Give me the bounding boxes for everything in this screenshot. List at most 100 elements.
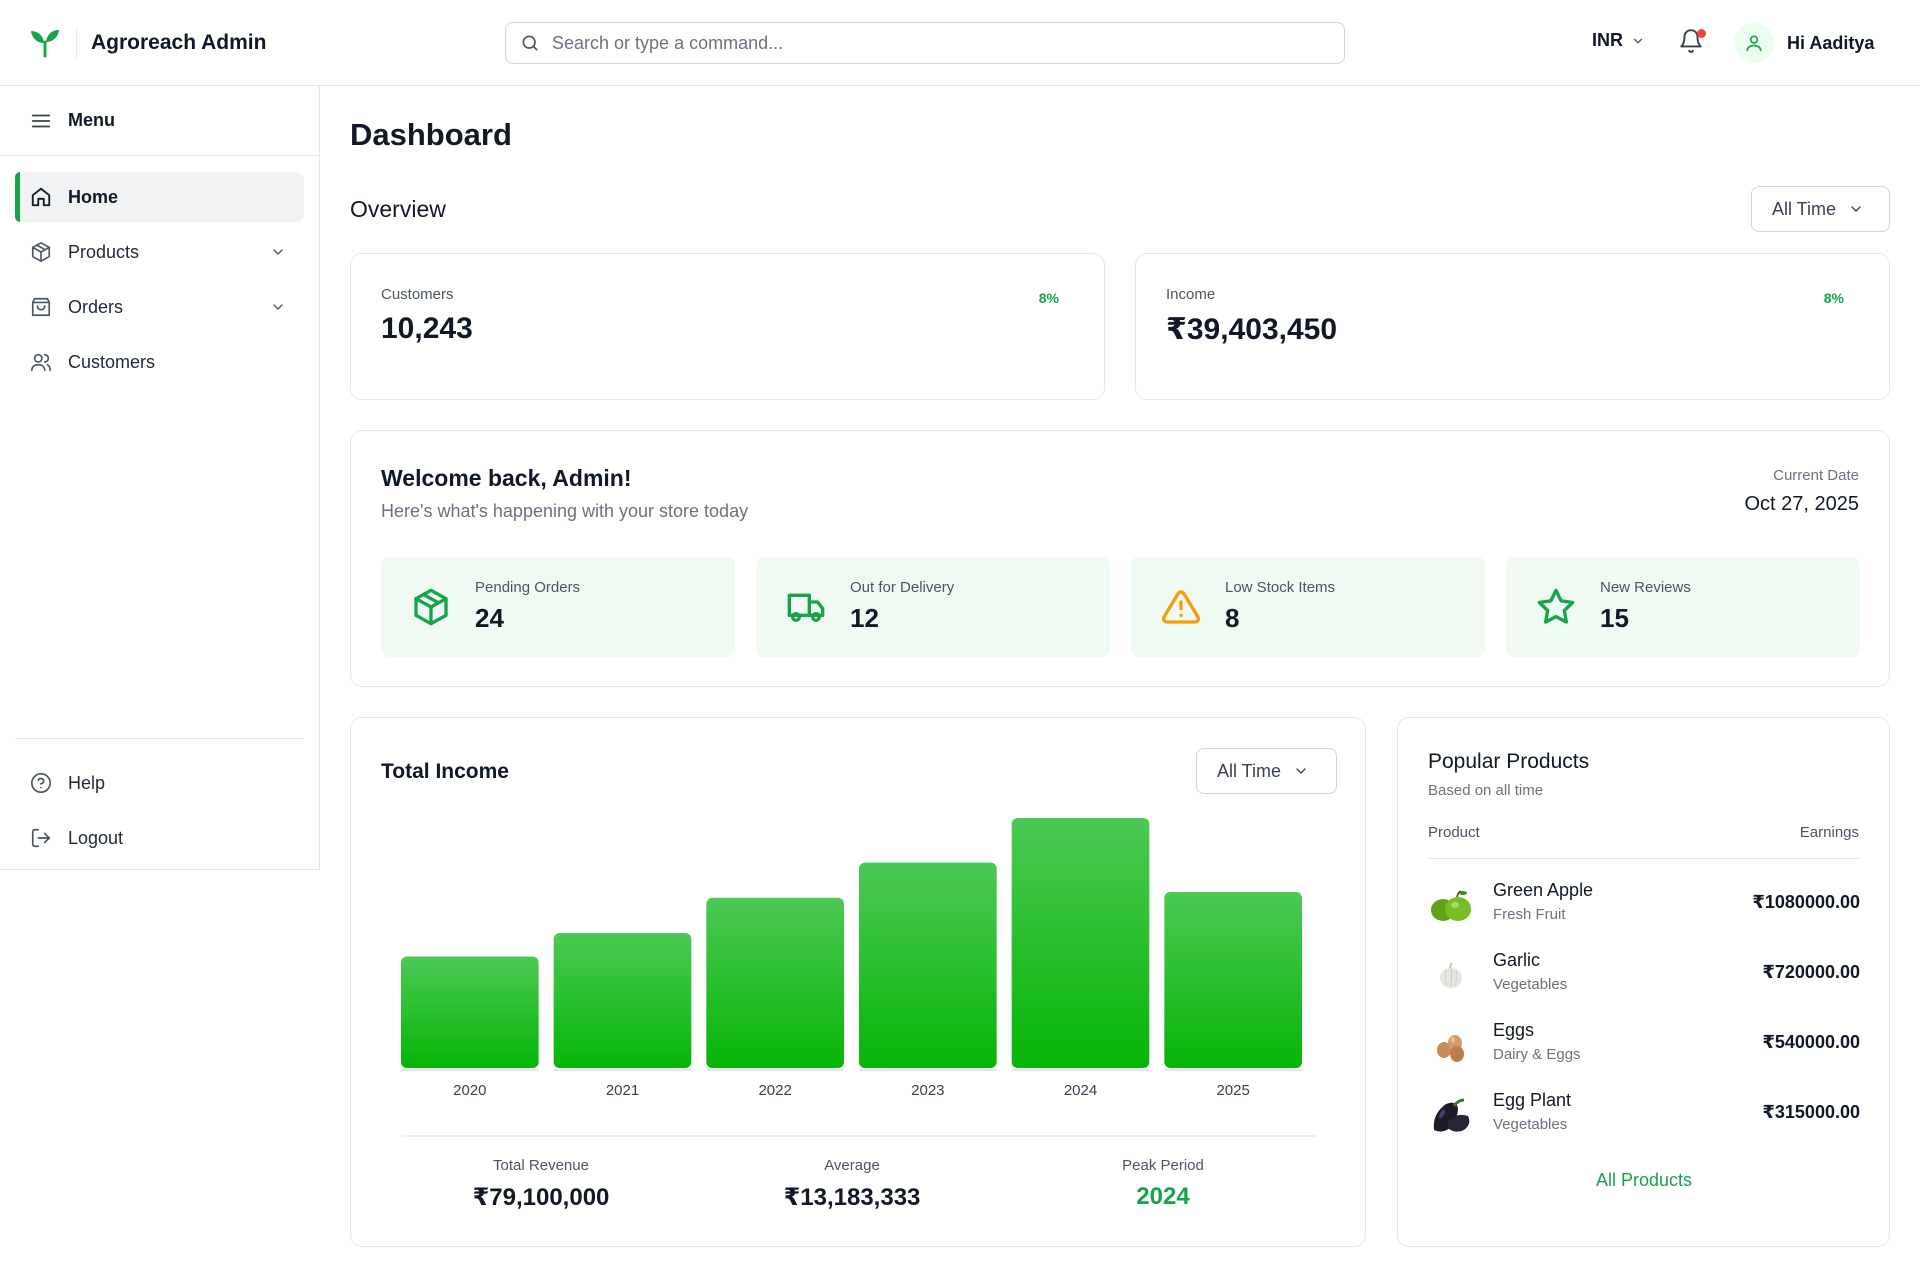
product-category: Dairy & Eggs: [1493, 1046, 1581, 1063]
search-input[interactable]: [552, 32, 1312, 54]
sidebar-item-products[interactable]: Products: [15, 227, 304, 277]
currency-select[interactable]: INR: [1592, 30, 1645, 51]
income-bar-2020[interactable]: [401, 956, 539, 1068]
user-greeting: Hi Aaditya: [1787, 32, 1875, 53]
sidebar-item-help[interactable]: Help: [15, 758, 304, 808]
chevron-down-icon: [1633, 38, 1643, 43]
out-for-delivery-card[interactable]: Out for Delivery 12: [756, 557, 1110, 657]
income-bar-2021[interactable]: [553, 933, 692, 1068]
overview-range-label: All Time: [1772, 198, 1837, 219]
stat-value: ₹39,403,450: [1166, 313, 1338, 346]
stat-label: Income: [1166, 286, 1216, 303]
summary-label: Total Revenue: [493, 1157, 589, 1174]
logout-icon: [31, 828, 51, 848]
page-title: Dashboard: [350, 117, 512, 152]
product-name: Garlic: [1493, 950, 1541, 970]
product-earnings: ₹720000.00: [1762, 962, 1860, 982]
current-date-label: Current Date: [1773, 467, 1859, 484]
search-box[interactable]: [505, 22, 1345, 64]
summary-label: Average: [824, 1157, 880, 1174]
summary-label: Peak Period: [1122, 1157, 1204, 1174]
brand-divider: [76, 28, 77, 58]
total-income-card: Total Income All Time 2020 2021 2022 2023 20…: [350, 717, 1366, 1247]
income-stat-card: Income ₹39,403,450 8%: [1135, 253, 1890, 400]
sidebar-divider: [15, 738, 304, 739]
sidebar-item-label: Products: [68, 241, 140, 262]
top-bar: Agroreach Admin INR Hi Aaditya: [0, 0, 1920, 86]
menu-toggle[interactable]: Menu: [0, 86, 319, 156]
x-tick-label: 2020: [453, 1082, 486, 1099]
sidebar-item-home[interactable]: Home: [15, 172, 304, 222]
sidebar-item-orders[interactable]: Orders: [15, 282, 304, 332]
sidebar-item-label: Orders: [68, 296, 124, 317]
stat-label: Customers: [381, 286, 454, 303]
brand[interactable]: Agroreach Admin: [28, 26, 266, 60]
hamburger-icon: [31, 114, 51, 127]
peak-period-value: 2024: [1136, 1183, 1190, 1210]
welcome-subtitle: Here's what's happening with your store …: [381, 501, 749, 521]
product-category: Vegetables: [1493, 1116, 1568, 1133]
average-value: ₹13,183,333: [783, 1184, 921, 1211]
package-icon: [31, 242, 51, 262]
mini-card-label: Low Stock Items: [1225, 579, 1336, 596]
low-stock-card[interactable]: Low Stock Items 8: [1131, 557, 1485, 657]
sidebar-item-label: Help: [68, 772, 106, 793]
product-row[interactable]: Green Apple Fresh Fruit ₹1080000.00: [1428, 878, 1860, 930]
x-tick-label: 2023: [911, 1082, 944, 1099]
sidebar-item-logout[interactable]: Logout: [15, 813, 304, 863]
column-header-product: Product: [1428, 824, 1480, 841]
product-row[interactable]: Egg Plant Vegetables ₹315000.00: [1428, 1088, 1860, 1140]
welcome-title: Welcome back, Admin!: [381, 465, 632, 491]
income-bar-2025[interactable]: [1164, 891, 1302, 1068]
sidebar-item-customers[interactable]: Customers: [15, 337, 304, 387]
x-tick-label: 2024: [1064, 1082, 1097, 1099]
total-revenue-value: ₹79,100,000: [472, 1184, 610, 1211]
alert-triangle-icon: [1161, 590, 1201, 624]
star-icon: [1537, 588, 1575, 624]
eggplant-image: [1433, 1098, 1470, 1132]
mini-card-value: 15: [1600, 603, 1629, 633]
income-bar-2024[interactable]: [1011, 818, 1150, 1068]
product-row[interactable]: Eggs Dairy & Eggs ₹540000.00: [1428, 1018, 1860, 1070]
product-name: Egg Plant: [1493, 1090, 1572, 1110]
home-icon: [31, 187, 51, 207]
chevron-down-icon: [1851, 206, 1861, 212]
table-divider: [1428, 858, 1860, 859]
shopping-bag-icon: [31, 297, 51, 317]
notification-dot: [1697, 29, 1706, 38]
x-tick-label: 2022: [758, 1082, 791, 1099]
product-row[interactable]: Garlic Vegetables ₹720000.00: [1428, 948, 1860, 1000]
menu-label: Menu: [68, 110, 115, 130]
x-tick-label: 2021: [606, 1082, 639, 1099]
chevron-down-icon[interactable]: [270, 299, 286, 315]
package-icon: [414, 588, 448, 626]
popular-products-title: Popular Products: [1428, 750, 1590, 773]
garlic-image: [1440, 962, 1462, 988]
current-date-value: Oct 27, 2025: [1744, 493, 1859, 515]
mini-card-value: 12: [850, 603, 879, 633]
avatar: [1734, 23, 1774, 63]
sidebar-item-label: Home: [68, 186, 119, 207]
green-apple-image: [1431, 890, 1471, 921]
column-header-earnings: Earnings: [1799, 824, 1859, 841]
stat-change: 8%: [1823, 290, 1844, 306]
welcome-card: Welcome back, Admin! Here's what's happe…: [350, 430, 1890, 687]
notifications-button[interactable]: [1678, 28, 1706, 56]
product-name: Green Apple: [1493, 880, 1594, 900]
income-bar-2023[interactable]: [859, 862, 997, 1068]
product-name: Eggs: [1493, 1020, 1535, 1040]
chevron-down-icon[interactable]: [270, 244, 286, 260]
user-menu[interactable]: Hi Aaditya: [1734, 23, 1874, 63]
pending-orders-card[interactable]: Pending Orders 24: [381, 557, 735, 657]
mini-card-label: Pending Orders: [475, 579, 581, 596]
help-circle-icon: [31, 773, 51, 793]
new-reviews-card[interactable]: New Reviews 15: [1506, 557, 1860, 657]
product-earnings: ₹315000.00: [1762, 1102, 1860, 1122]
mini-card-label: Out for Delivery: [850, 579, 955, 596]
x-tick-label: 2025: [1216, 1082, 1249, 1099]
overview-range-select[interactable]: All Time: [1751, 186, 1890, 232]
income-bar-2022[interactable]: [706, 897, 844, 1068]
mini-card-value: 24: [475, 603, 504, 633]
all-products-link[interactable]: All Products: [1398, 1170, 1890, 1191]
search-icon: [522, 35, 538, 51]
